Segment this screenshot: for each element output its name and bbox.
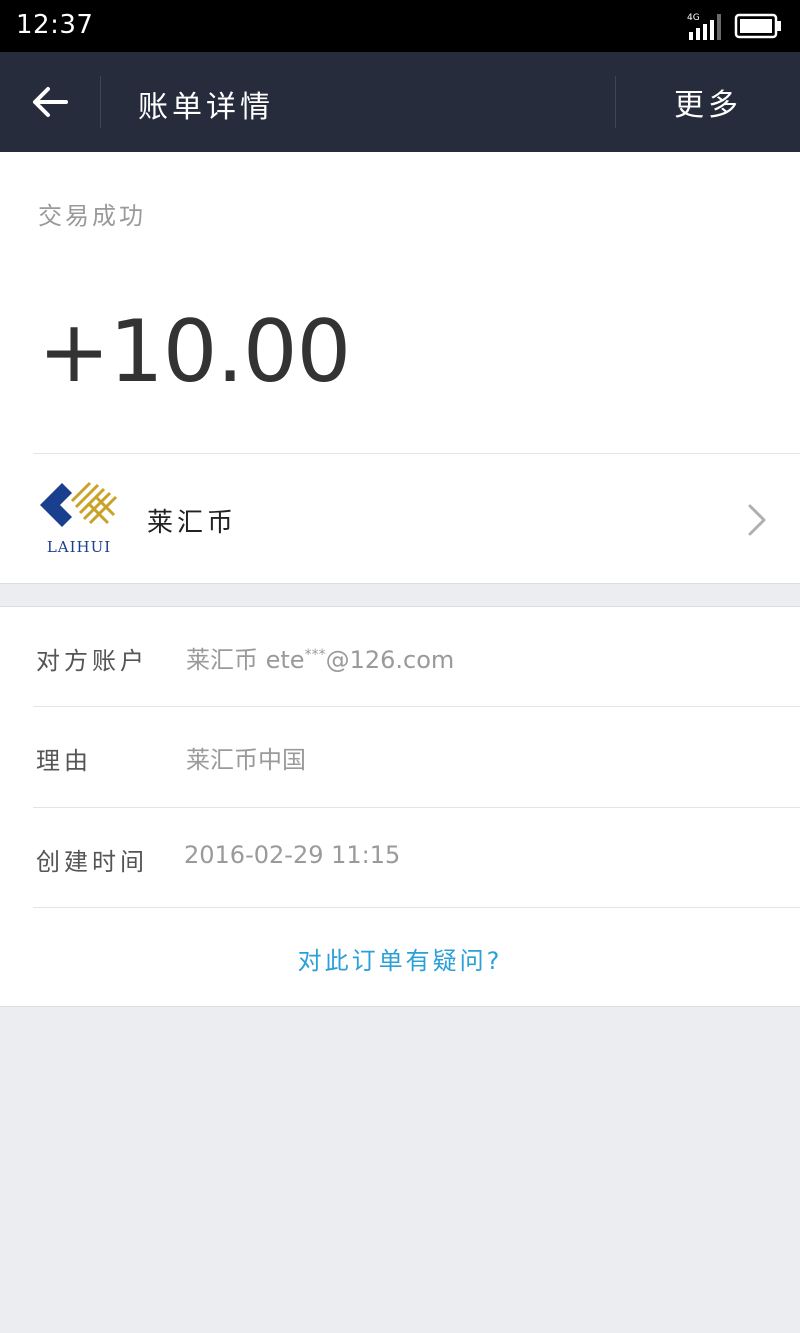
merchant-name: 莱汇币 <box>147 508 238 538</box>
transaction-amount: +10.00 <box>38 302 351 402</box>
logo-text: LAIHUI <box>47 538 111 555</box>
back-button[interactable] <box>0 52 100 152</box>
transaction-status: 交易成功 <box>38 202 146 230</box>
detail-label: 对方账户 <box>36 647 148 675</box>
detail-label: 创建时间 <box>36 848 148 876</box>
transaction-details-card: 对方账户 莱汇币 ete***@126.com 理由 莱汇币中国 创建时间 20… <box>0 606 800 1007</box>
detail-row-account: 对方账户 莱汇币 ete***@126.com <box>0 607 800 707</box>
detail-row-reason: 理由 莱汇币中国 <box>0 707 800 807</box>
more-button[interactable]: 更多 <box>616 52 800 152</box>
chevron-right-icon <box>748 504 766 536</box>
signal-icon: 4G <box>687 13 721 40</box>
laihui-logo: LAIHUI <box>40 481 118 555</box>
created-time-value: 2016-02-29 11:15 <box>184 841 401 869</box>
transaction-summary-card: 交易成功 +10.00 LAIHUI 莱汇币 <box>0 152 800 584</box>
page-title: 账单详情 <box>138 90 274 125</box>
arrow-left-icon <box>33 87 68 117</box>
detail-row-created-time: 创建时间 2016-02-29 11:15 <box>0 808 800 908</box>
status-time: 12:37 <box>16 10 94 40</box>
counterparty-account: 莱汇币 ete***@126.com <box>186 646 455 674</box>
navbar-divider <box>100 76 101 128</box>
detail-label: 理由 <box>36 747 92 775</box>
reason-value: 莱汇币中国 <box>186 746 306 774</box>
order-question-link[interactable]: 对此订单有疑问? <box>0 908 800 1008</box>
top-navbar: 账单详情 更多 <box>0 52 800 152</box>
battery-icon <box>734 13 781 39</box>
merchant-row[interactable]: LAIHUI 莱汇币 <box>0 454 800 584</box>
status-bar: 12:37 4G <box>0 0 800 52</box>
network-type-label: 4G <box>687 13 700 23</box>
